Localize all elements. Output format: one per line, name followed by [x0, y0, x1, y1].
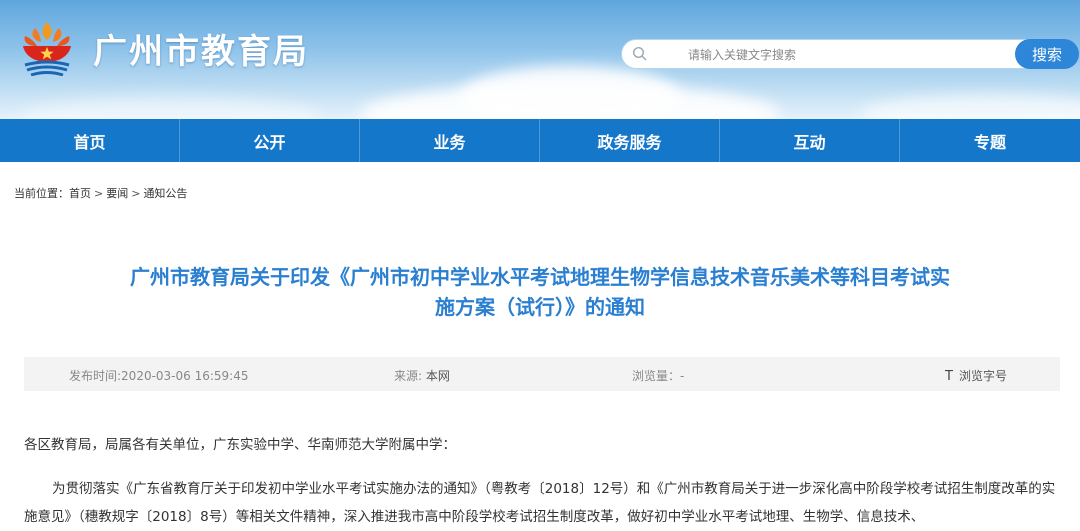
source-value: 本网	[425, 369, 450, 383]
header-banner: 广州市教育局 搜索	[0, 0, 1080, 119]
breadcrumb-separator: >	[94, 187, 104, 200]
nav-item-topics[interactable]: 专题	[900, 119, 1080, 162]
view-count-label: 浏览量：	[632, 369, 681, 383]
font-size-icon[interactable]: T	[945, 369, 953, 384]
search-input[interactable]	[686, 43, 1010, 67]
nav-item-interaction[interactable]: 互动	[720, 119, 900, 162]
article-title-line: 施方案（试行）》的通知	[435, 295, 645, 319]
breadcrumb-home[interactable]: 首页	[69, 187, 91, 200]
main-nav: 首页 公开 业务 政务服务 互动 专题	[0, 119, 1080, 162]
article-greeting: 各区教育局，局属各有关单位，广东实验中学、华南师范大学附属中学：	[24, 437, 456, 453]
education-bureau-logo-icon[interactable]	[15, 18, 79, 76]
nav-item-home[interactable]: 首页	[0, 119, 180, 162]
breadcrumb-separator: >	[131, 187, 141, 200]
cloud-decoration	[20, 96, 320, 119]
nav-item-services[interactable]: 政务服务	[540, 119, 720, 162]
publish-time-value: 2020-03-06 16:59:45	[121, 369, 249, 383]
source-label: 来源:	[394, 369, 426, 383]
font-size-label[interactable]: 浏览字号	[959, 369, 1007, 383]
article-title-line: 广州市教育局关于印发《广州市初中学业水平考试地理生物学信息技术音乐美术等科目考试…	[130, 265, 950, 289]
view-count-value: -	[680, 369, 685, 383]
article-meta-bar: 发布时间:2020-03-06 16:59:45 来源: 本网 浏览量：- T浏…	[24, 357, 1060, 391]
font-size-control[interactable]: T 浏览字号	[945, 367, 1007, 384]
breadcrumb-news[interactable]: 要闻	[106, 187, 128, 200]
nav-item-public[interactable]: 公开	[180, 119, 360, 162]
article-paragraph: 为贯彻落实《广东省教育厅关于印发初中学业水平考试实施办法的通知》（粤教考〔201…	[24, 481, 1056, 525]
nav-item-business[interactable]: 业务	[360, 119, 540, 162]
article-title: 广州市教育局关于印发《广州市初中学业水平考试地理生物学信息技术音乐美术等科目考试…	[40, 262, 1040, 322]
breadcrumb-prefix: 当前位置：	[14, 187, 69, 200]
search-icon	[632, 46, 647, 61]
breadcrumb: 当前位置：首页 > 要闻 > 通知公告	[14, 185, 187, 201]
site-name[interactable]: 广州市教育局	[93, 24, 309, 73]
cloud-decoration	[860, 94, 1080, 119]
publish-time-label: 发布时间:	[69, 369, 122, 383]
cloud-decoration	[460, 66, 680, 119]
search-box: 搜索	[621, 39, 1079, 69]
publish-time: 发布时间:2020-03-06 16:59:45	[69, 367, 249, 384]
source: 来源: 本网	[394, 367, 450, 384]
breadcrumb-notices[interactable]: 通知公告	[143, 187, 187, 200]
search-button[interactable]: 搜索	[1015, 39, 1079, 69]
view-count: 浏览量：-	[632, 367, 684, 384]
